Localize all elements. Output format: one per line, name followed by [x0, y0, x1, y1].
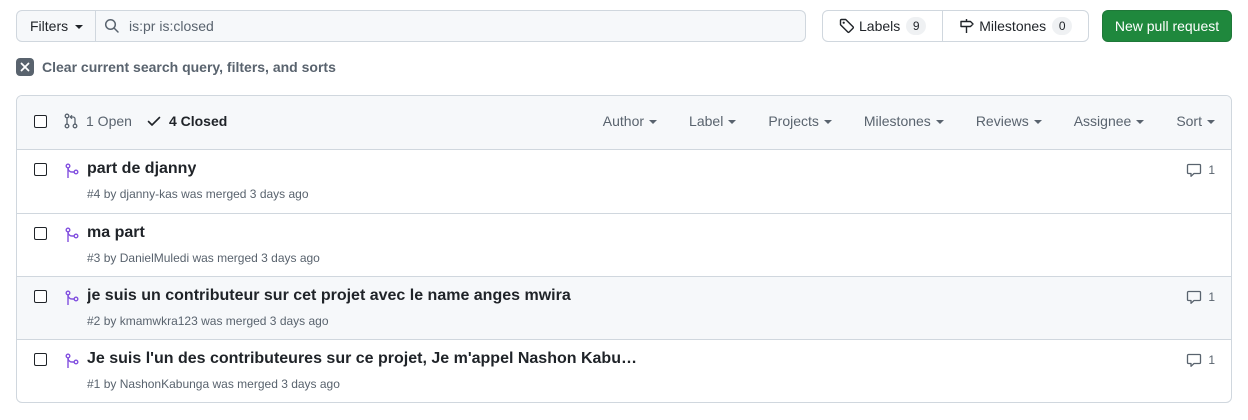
- sort-label: Sort: [1176, 113, 1202, 129]
- comments-link[interactable]: 1: [1186, 162, 1215, 178]
- labels-milestones-group: Labels 9 Milestones 0: [822, 10, 1090, 42]
- pr-number: #4: [87, 187, 101, 201]
- closed-count-label: 4 Closed: [168, 113, 228, 129]
- row-checkbox[interactable]: [34, 353, 47, 366]
- label-dropdown[interactable]: Label: [689, 113, 737, 129]
- sort-dropdown[interactable]: Sort: [1176, 113, 1215, 129]
- pull-request-rows: part de djanny #4 by djanny-kas was merg…: [17, 150, 1231, 402]
- caret-down-icon: [75, 25, 84, 29]
- labels-button[interactable]: Labels 9: [823, 11, 942, 41]
- pull-request-row: ma part #3 by DanielMuledi was merged 3 …: [17, 213, 1231, 276]
- list-header: 1 Open 4 Closed Author Label Projects Mi…: [17, 96, 1231, 150]
- pr-status: was merged 3 days ago: [201, 314, 329, 328]
- filter-bar: Filters is:pr is:closed: [16, 10, 806, 42]
- caret-down-icon: [1033, 120, 1042, 124]
- pr-author-link[interactable]: DanielMuledi: [120, 251, 189, 265]
- comments-link[interactable]: 1: [1186, 352, 1215, 368]
- reviews-dropdown[interactable]: Reviews: [976, 113, 1042, 129]
- pull-request-meta: #1 by NashonKabunga was merged 3 days ag…: [87, 377, 340, 391]
- merged-pull-request-icon: [65, 353, 79, 368]
- reviews-label: Reviews: [975, 113, 1029, 129]
- select-all-checkbox[interactable]: [34, 115, 47, 128]
- pr-by: by: [103, 251, 117, 265]
- pr-by: by: [103, 314, 117, 328]
- pull-request-title-link[interactable]: ma part: [87, 224, 145, 242]
- labels-count: 9: [906, 17, 927, 35]
- pull-request-meta: #3 by DanielMuledi was merged 3 days ago: [87, 251, 320, 265]
- merged-pull-request-icon: [65, 163, 79, 178]
- labels-label: Labels: [859, 18, 901, 34]
- search-input[interactable]: is:pr is:closed: [96, 10, 806, 42]
- milestone-icon: [960, 19, 974, 33]
- label-label: Label: [689, 113, 724, 129]
- comments-link[interactable]: 1: [1186, 289, 1215, 305]
- author-dropdown[interactable]: Author: [602, 113, 658, 129]
- comment-count: 1: [1208, 353, 1215, 367]
- pull-request-row: je suis un contributeur sur cet projet a…: [17, 276, 1231, 339]
- filters-label: Filters: [30, 18, 69, 34]
- projects-label: Projects: [768, 113, 819, 129]
- caret-down-icon: [649, 120, 658, 124]
- pull-request-list: 1 Open 4 Closed Author Label Projects Mi…: [16, 95, 1232, 403]
- pull-request-row: part de djanny #4 by djanny-kas was merg…: [17, 150, 1231, 213]
- pull-request-row: Je suis l'un des contributeures sur ce p…: [17, 339, 1231, 402]
- milestones-label: Milestones: [979, 18, 1047, 34]
- pr-by: by: [103, 187, 117, 201]
- assignee-label: Assignee: [1073, 113, 1132, 129]
- milestones-count: 0: [1052, 17, 1073, 35]
- merged-pull-request-icon: [65, 227, 79, 242]
- close-icon: [16, 58, 34, 76]
- pr-author-link[interactable]: djanny-kas: [120, 187, 178, 201]
- top-bar: Filters is:pr is:closed Labels 9 Milesto…: [16, 10, 1232, 42]
- filters-dropdown-button[interactable]: Filters: [16, 10, 96, 42]
- closed-filter[interactable]: 4 Closed: [146, 113, 227, 129]
- pull-request-meta: #2 by kmamwkra123 was merged 3 days ago: [87, 314, 329, 328]
- milestones-filter-label: Milestones: [863, 113, 931, 129]
- pr-author-link[interactable]: NashonKabunga: [120, 377, 209, 391]
- caret-down-icon: [1136, 120, 1145, 124]
- pull-request-title-link[interactable]: Je suis l'un des contributeures sur ce p…: [87, 350, 637, 368]
- open-filter[interactable]: 1 Open: [63, 113, 132, 129]
- pr-number: #2: [87, 314, 101, 328]
- comment-icon: [1187, 353, 1202, 367]
- pr-number: #1: [87, 377, 101, 391]
- row-checkbox[interactable]: [34, 227, 47, 240]
- caret-down-icon: [935, 120, 944, 124]
- pull-request-title-link[interactable]: part de djanny: [87, 160, 196, 178]
- sort-filter-dropdowns: Author Label Projects Milestones Reviews…: [603, 113, 1215, 129]
- search-icon: [104, 18, 119, 33]
- pull-request-title-link[interactable]: je suis un contributeur sur cet projet a…: [87, 287, 571, 305]
- check-icon: [147, 116, 161, 126]
- pull-request-icon: [64, 113, 78, 129]
- new-pull-request-button[interactable]: New pull request: [1102, 10, 1232, 42]
- tag-icon: [839, 18, 854, 33]
- open-count-label: 1 Open: [86, 113, 132, 129]
- comment-icon: [1187, 290, 1202, 304]
- assignee-dropdown[interactable]: Assignee: [1074, 113, 1145, 129]
- row-checkbox[interactable]: [34, 163, 47, 176]
- pr-status: was merged 3 days ago: [192, 251, 320, 265]
- merged-pull-request-icon: [65, 290, 79, 305]
- comment-icon: [1187, 163, 1202, 177]
- pr-number: #3: [87, 251, 101, 265]
- state-toggle: 1 Open 4 Closed: [63, 113, 227, 129]
- caret-down-icon: [1207, 120, 1215, 124]
- comment-count: 1: [1208, 163, 1215, 177]
- pr-status: was merged 3 days ago: [181, 187, 309, 201]
- clear-filters-label: Clear current search query, filters, and…: [42, 59, 336, 75]
- row-checkbox[interactable]: [34, 290, 47, 303]
- caret-down-icon: [823, 120, 832, 124]
- pr-status: was merged 3 days ago: [212, 377, 340, 391]
- comment-count: 1: [1208, 290, 1215, 304]
- pull-request-meta: #4 by djanny-kas was merged 3 days ago: [87, 187, 309, 201]
- pr-by: by: [103, 377, 117, 391]
- pr-author-link[interactable]: kmamwkra123: [120, 314, 198, 328]
- milestones-dropdown[interactable]: Milestones: [864, 113, 944, 129]
- caret-down-icon: [728, 120, 737, 124]
- author-label: Author: [602, 113, 645, 129]
- projects-dropdown[interactable]: Projects: [768, 113, 832, 129]
- search-query-text: is:pr is:closed: [129, 18, 214, 34]
- clear-filters-link[interactable]: Clear current search query, filters, and…: [16, 58, 336, 76]
- milestones-button[interactable]: Milestones 0: [942, 11, 1088, 41]
